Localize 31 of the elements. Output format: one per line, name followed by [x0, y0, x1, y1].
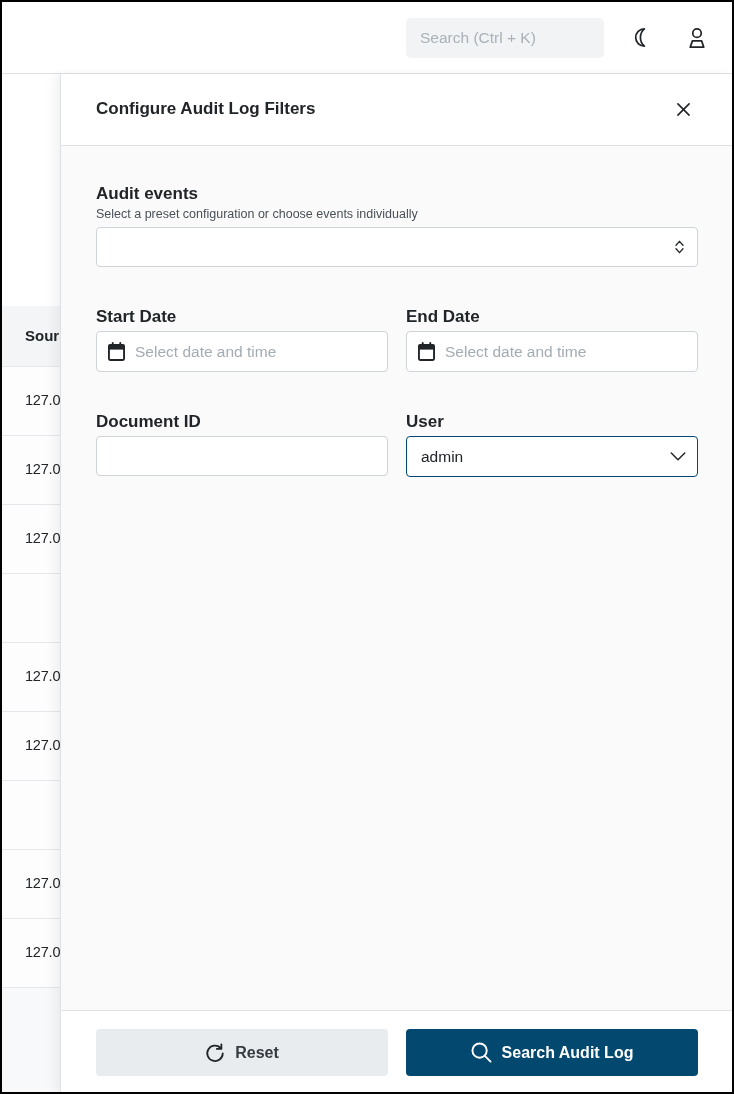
panel-title: Configure Audit Log Filters [96, 99, 316, 120]
date-time-field[interactable]: Select date and time [96, 331, 388, 372]
field-label: Start Date [96, 306, 178, 328]
reset-button[interactable]: Reset [96, 1029, 388, 1076]
text-field[interactable] [96, 436, 388, 476]
user-select[interactable]: admin [406, 436, 698, 477]
refresh-icon [205, 1042, 226, 1063]
address-text: 127.0 [24, 874, 60, 894]
address-text: 127.0 [24, 943, 60, 963]
search-field[interactable]: Search (Ctrl + K) [406, 17, 604, 58]
address-text: 127.0 [24, 667, 60, 687]
address-text: 127.0 [24, 460, 60, 480]
field-label: User [406, 411, 445, 433]
date-time-field[interactable]: Select date and time [406, 331, 698, 372]
calendar-icon [418, 342, 435, 361]
column-heading: Sour [25, 325, 60, 346]
field-label: End Date [406, 306, 481, 328]
user-icon [688, 27, 706, 48]
search-audit-log-button[interactable]: Search Audit Log [406, 1029, 698, 1076]
address-text: 127.0 [24, 529, 60, 549]
field-hint: Select a preset configuration or choose events individually [96, 206, 419, 222]
moon-icon [632, 28, 648, 47]
calendar-icon [108, 342, 125, 361]
field-label: Audit events [96, 183, 200, 205]
address-text: 127.0 [24, 391, 60, 411]
up-down-chevron-icon [675, 240, 684, 254]
chevron-down-icon [670, 452, 686, 461]
close-icon [676, 103, 690, 116]
field-label: Document ID [96, 411, 202, 433]
search-icon [470, 1042, 492, 1063]
address-text: 127.0 [24, 736, 60, 756]
